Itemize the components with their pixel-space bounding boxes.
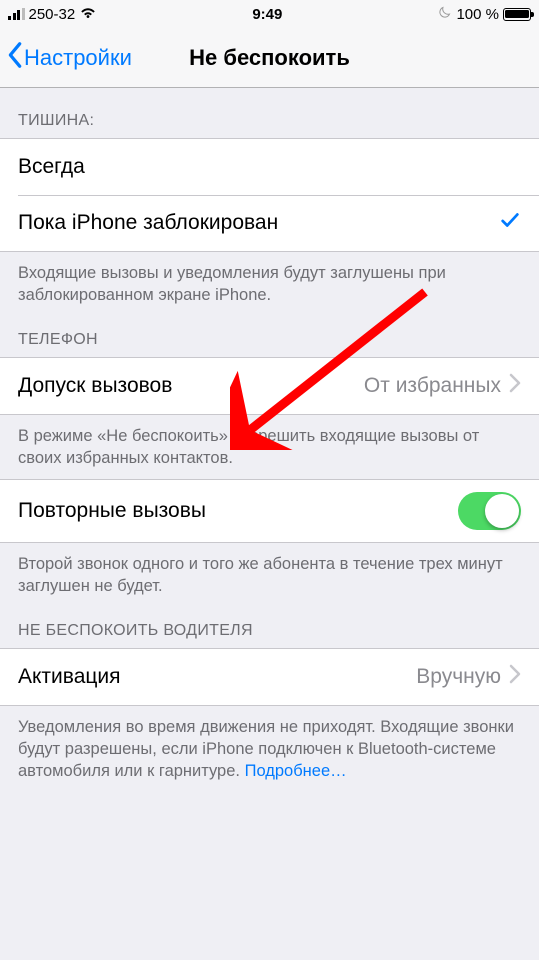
silence-always-row[interactable]: Всегда bbox=[0, 139, 539, 195]
page-title: Не беспокоить bbox=[189, 45, 350, 71]
activation-value: Вручную bbox=[416, 665, 501, 689]
driving-group: Активация Вручную bbox=[0, 648, 539, 706]
nav-bar: Настройки Не беспокоить bbox=[0, 28, 539, 88]
allow-calls-label: Допуск вызовов bbox=[18, 374, 364, 398]
moon-icon bbox=[437, 5, 452, 24]
activation-label: Активация bbox=[18, 665, 416, 689]
status-right: 100 % bbox=[437, 5, 531, 24]
chevron-left-icon bbox=[6, 41, 24, 75]
battery-icon bbox=[503, 8, 531, 21]
silence-footer: Входящие вызовы и уведомления будут загл… bbox=[0, 252, 539, 317]
wifi-icon bbox=[79, 5, 97, 23]
signal-icon bbox=[8, 8, 25, 20]
allow-calls-group: Допуск вызовов От избранных bbox=[0, 357, 539, 415]
checkmark-icon bbox=[499, 209, 521, 237]
section-header-phone: ТЕЛЕФОН bbox=[0, 317, 539, 357]
battery-percent: 100 % bbox=[456, 6, 499, 23]
silence-locked-row[interactable]: Пока iPhone заблокирован bbox=[0, 195, 539, 251]
allow-calls-footer: В режиме «Не беспокоить» разрешить входя… bbox=[0, 415, 539, 480]
chevron-right-icon bbox=[509, 373, 521, 399]
repeated-calls-switch[interactable] bbox=[458, 492, 521, 530]
repeated-calls-row[interactable]: Повторные вызовы bbox=[0, 480, 539, 542]
section-header-silence: ТИШИНА: bbox=[0, 88, 539, 138]
section-header-driving: НЕ БЕСПОКОИТЬ ВОДИТЕЛЯ bbox=[0, 608, 539, 648]
driving-more-link[interactable]: Подробнее… bbox=[245, 762, 347, 780]
repeated-calls-group: Повторные вызовы bbox=[0, 479, 539, 543]
back-label: Настройки bbox=[24, 45, 132, 71]
status-time: 9:49 bbox=[252, 6, 282, 23]
silence-group: Всегда Пока iPhone заблокирован bbox=[0, 138, 539, 252]
driving-footer: Уведомления во время движения не приходя… bbox=[0, 706, 539, 793]
carrier-label: 250-32 bbox=[29, 6, 76, 23]
silence-locked-label: Пока iPhone заблокирован bbox=[18, 211, 499, 235]
activation-row[interactable]: Активация Вручную bbox=[0, 649, 539, 705]
repeated-calls-label: Повторные вызовы bbox=[18, 499, 458, 523]
status-bar: 250-32 9:49 100 % bbox=[0, 0, 539, 28]
chevron-right-icon bbox=[509, 664, 521, 690]
status-left: 250-32 bbox=[8, 5, 97, 23]
repeated-calls-footer: Второй звонок одного и того же абонента … bbox=[0, 543, 539, 608]
allow-calls-row[interactable]: Допуск вызовов От избранных bbox=[0, 358, 539, 414]
silence-always-label: Всегда bbox=[18, 155, 521, 179]
back-button[interactable]: Настройки bbox=[6, 41, 132, 75]
allow-calls-value: От избранных bbox=[364, 374, 501, 398]
